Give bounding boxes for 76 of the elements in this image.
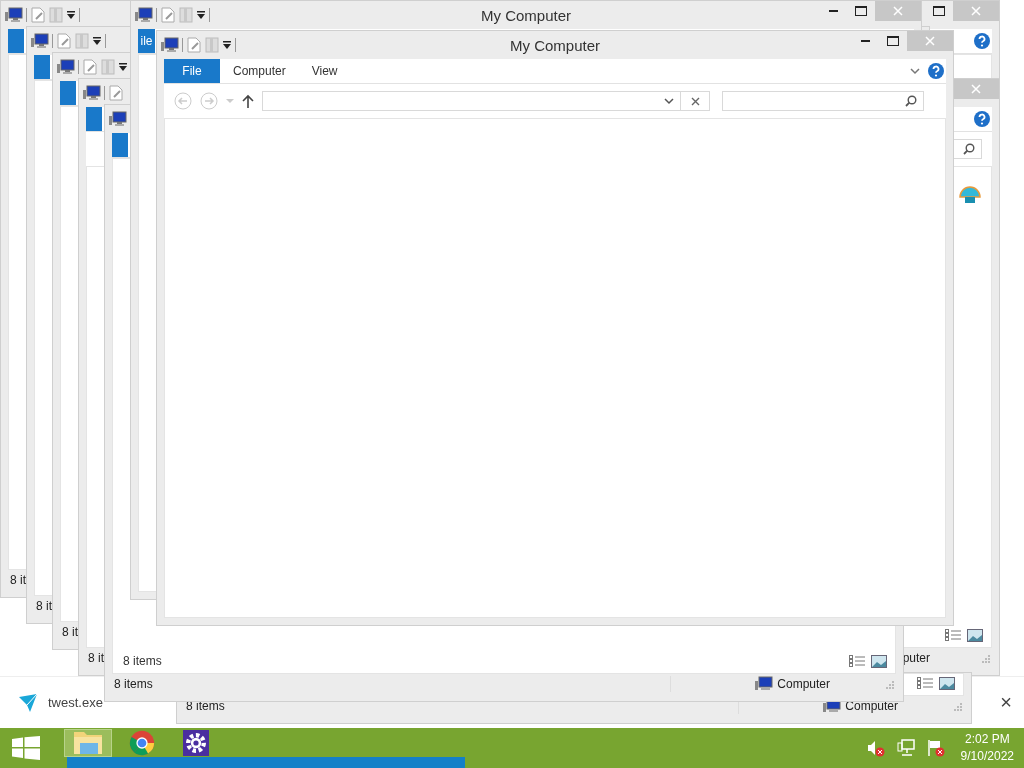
computer-icon[interactable]	[31, 33, 49, 49]
details-view-icon[interactable]	[945, 629, 961, 641]
status-text: 8 it	[10, 573, 26, 587]
resize-grip-icon[interactable]	[884, 679, 894, 689]
properties-icon[interactable]	[108, 85, 124, 101]
window-title: My Computer	[510, 36, 600, 54]
close-button[interactable]: ×	[996, 691, 1016, 714]
search-icon[interactable]	[905, 95, 917, 107]
close-icon	[925, 36, 935, 46]
dropdown-caret-icon[interactable]	[664, 97, 674, 105]
search-field[interactable]	[722, 91, 924, 111]
browser-logo-icon	[129, 730, 155, 756]
resize-grip-icon[interactable]	[952, 701, 962, 711]
windows-logo-icon	[12, 736, 40, 760]
status-text: 8 items	[114, 677, 153, 691]
up-arrow-icon[interactable]	[242, 94, 254, 108]
location-text: Computer	[845, 699, 898, 713]
location-text: puter	[902, 651, 930, 665]
minimize-icon	[860, 40, 870, 42]
close-icon	[971, 6, 981, 16]
clock-date: 9/10/2022	[960, 748, 1014, 765]
properties-icon[interactable]	[160, 7, 176, 23]
help-icon[interactable]	[928, 63, 944, 79]
help-icon[interactable]	[974, 33, 990, 49]
ribbon-tab[interactable]: File	[164, 59, 220, 83]
location-text: Computer	[777, 677, 830, 691]
customize-caret-icon[interactable]	[92, 36, 102, 46]
network-icon[interactable]	[896, 739, 915, 757]
details-view-icon[interactable]	[849, 655, 865, 667]
muted-speaker-icon[interactable]	[866, 739, 885, 757]
customize-caret-icon[interactable]	[118, 62, 128, 72]
properties-icon[interactable]	[30, 7, 46, 23]
ribbon-tab[interactable]: ile	[138, 29, 155, 53]
search-icon[interactable]	[963, 143, 975, 155]
window-title: My Computer	[481, 6, 571, 24]
search-field[interactable]	[952, 139, 982, 159]
status-text: 8 it	[62, 625, 78, 639]
computer-icon[interactable]	[161, 37, 179, 53]
computer-icon[interactable]	[57, 59, 75, 75]
customize-caret-icon[interactable]	[66, 10, 76, 20]
properties-icon[interactable]	[186, 37, 202, 53]
clock-time: 2:02 PM	[964, 731, 1010, 748]
computer-icon[interactable]	[5, 7, 23, 23]
maximize-icon	[933, 6, 945, 16]
properties-icon[interactable]	[56, 33, 72, 49]
item-count: 8 items	[123, 654, 162, 668]
close-icon	[893, 6, 903, 16]
ribbon-tab[interactable]: View	[298, 59, 351, 83]
thumbnail-view-icon[interactable]	[871, 654, 887, 668]
ribbon-tab[interactable]: Computer	[220, 59, 299, 83]
shell-icon[interactable]	[957, 183, 983, 205]
status-text: 8 it	[36, 599, 52, 613]
customize-caret-icon[interactable]	[222, 40, 232, 50]
computer-icon[interactable]	[135, 7, 153, 23]
resize-grip-icon[interactable]	[980, 653, 990, 663]
details-view-icon[interactable]	[917, 677, 933, 689]
thumbnail-view-icon[interactable]	[939, 676, 955, 690]
expand-ribbon-icon[interactable]	[910, 67, 920, 75]
computer-icon[interactable]	[109, 111, 127, 127]
gear-icon	[183, 730, 209, 756]
thumbnail-view-icon[interactable]	[967, 628, 983, 642]
maximize-icon	[855, 6, 867, 16]
arrow-logo-icon	[18, 692, 38, 713]
folder-icon	[72, 732, 104, 754]
help-icon[interactable]	[974, 111, 990, 127]
customize-caret-icon[interactable]	[196, 10, 206, 20]
close-icon	[971, 84, 981, 94]
status-text: 8 it	[88, 651, 104, 665]
computer-icon[interactable]	[83, 85, 101, 101]
clear-icon[interactable]	[690, 96, 700, 106]
maximize-icon	[887, 36, 899, 46]
properties-icon[interactable]	[82, 59, 98, 75]
flag-icon[interactable]	[926, 739, 945, 757]
minimize-icon	[828, 10, 838, 12]
address-field[interactable]	[262, 91, 710, 111]
notification-text: twest.exe	[48, 695, 103, 710]
